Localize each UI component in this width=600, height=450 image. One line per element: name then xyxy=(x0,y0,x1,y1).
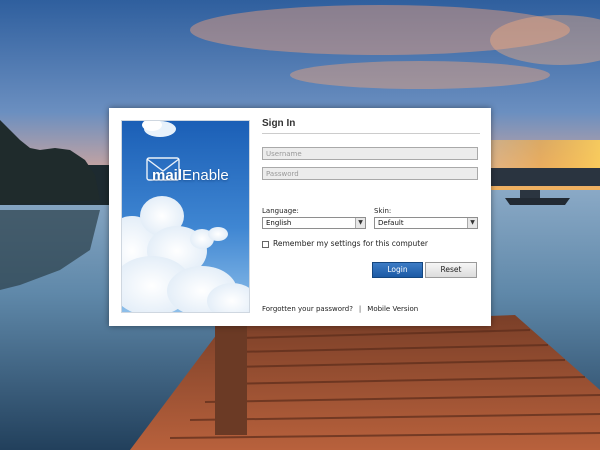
brand-panel: mailEnable xyxy=(121,120,250,313)
chevron-down-icon[interactable]: ▼ xyxy=(355,218,365,228)
remember-settings[interactable]: Remember my settings for this computer xyxy=(262,238,428,248)
sky-clouds-image xyxy=(122,121,249,312)
footer-links: Forgotten your password? | Mobile Version xyxy=(262,305,418,313)
logo-text-regular: Enable xyxy=(182,167,229,184)
forgot-password-link[interactable]: Forgotten your password? xyxy=(262,305,353,313)
language-select[interactable]: English ▼ xyxy=(262,217,366,229)
login-button[interactable]: Login xyxy=(372,262,423,278)
sign-in-dialog: mailEnable Sign In Language: English ▼ S… xyxy=(109,108,491,326)
page-title: Sign In xyxy=(262,118,296,129)
skin-select-value: Default xyxy=(378,219,404,227)
mailenable-logo: mailEnable xyxy=(146,153,229,184)
sign-in-form: Sign In Language: English ▼ Skin: Defaul… xyxy=(262,108,480,326)
title-divider xyxy=(262,133,480,134)
logo-text: mailEnable xyxy=(152,167,229,184)
reset-button[interactable]: Reset xyxy=(425,262,477,278)
logo-text-bold: mail xyxy=(152,167,183,184)
remember-checkbox[interactable] xyxy=(262,241,269,248)
remember-label: Remember my settings for this computer xyxy=(273,238,428,248)
chevron-down-icon[interactable]: ▼ xyxy=(467,218,477,228)
language-select-value: English xyxy=(266,219,292,227)
language-label: Language: xyxy=(262,207,299,215)
password-input[interactable] xyxy=(262,167,478,180)
link-separator: | xyxy=(358,305,362,313)
skin-select[interactable]: Default ▼ xyxy=(374,217,478,229)
skin-label: Skin: xyxy=(374,207,392,215)
username-input[interactable] xyxy=(262,147,478,160)
mobile-version-link[interactable]: Mobile Version xyxy=(367,305,418,313)
